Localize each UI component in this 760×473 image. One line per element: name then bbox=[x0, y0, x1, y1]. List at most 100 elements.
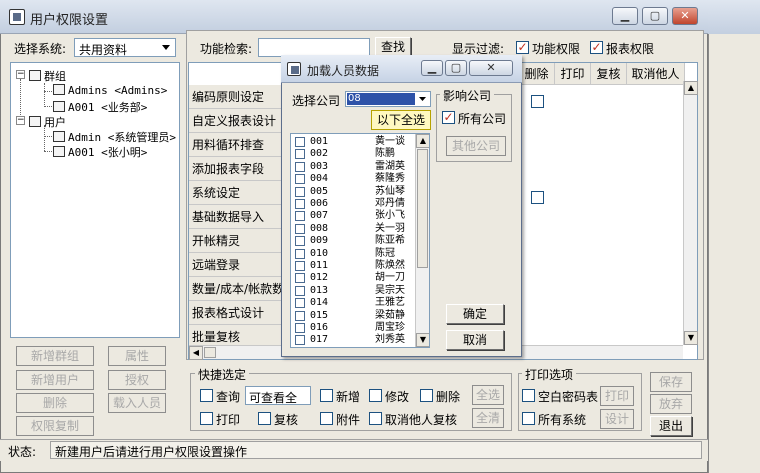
save-button[interactable]: 保存 bbox=[650, 372, 692, 392]
personnel-row[interactable]: 012 胡一刀 bbox=[293, 272, 417, 284]
personnel-row[interactable]: 001 黄一谈 bbox=[293, 136, 417, 148]
tree-node-users[interactable]: 用户 bbox=[29, 114, 66, 130]
personnel-checkbox[interactable] bbox=[295, 174, 305, 185]
quick-cancel-review-checkbox[interactable] bbox=[369, 412, 382, 425]
filter-report-checkbox[interactable]: ✓ bbox=[590, 41, 603, 54]
function-row[interactable]: 系统设定 bbox=[189, 181, 285, 205]
all-systems-checkbox[interactable] bbox=[522, 412, 535, 425]
personnel-row[interactable]: 007 张小飞 bbox=[293, 210, 417, 222]
personnel-row[interactable]: 017 刘秀英 bbox=[293, 334, 417, 346]
personnel-checkbox[interactable] bbox=[295, 149, 305, 160]
function-row[interactable]: 编码原则设定 bbox=[189, 85, 285, 109]
scroll-thumb[interactable] bbox=[204, 347, 216, 358]
personnel-checkbox[interactable] bbox=[295, 186, 305, 197]
permission-checkbox[interactable] bbox=[531, 191, 544, 204]
personnel-checkbox[interactable] bbox=[295, 236, 305, 247]
tree-node-group[interactable]: A001 <业务部> bbox=[53, 99, 147, 115]
personnel-list[interactable]: 001 黄一谈 002 陈鹏 003 雷湖英 004 蔡隆秀 005 苏仙琴 006 邓丹倩 007 张小… bbox=[290, 133, 430, 348]
maximize-icon[interactable]: ▢ bbox=[445, 60, 467, 76]
personnel-row[interactable]: 015 梁茹静 bbox=[293, 310, 417, 322]
tree-collapse-groups[interactable]: − bbox=[16, 70, 25, 79]
confirm-button[interactable]: 确定 bbox=[446, 304, 504, 324]
authorize-button[interactable]: 授权 bbox=[108, 370, 166, 390]
quick-review-checkbox[interactable] bbox=[258, 412, 271, 425]
personnel-checkbox[interactable] bbox=[295, 310, 305, 321]
all-companies-checkbox[interactable]: ✓ bbox=[442, 111, 455, 124]
personnel-row[interactable]: 005 苏仙琴 bbox=[293, 186, 417, 198]
quick-edit-checkbox[interactable] bbox=[369, 389, 382, 402]
personnel-row[interactable]: 010 陈冠 bbox=[293, 248, 417, 260]
minimize-icon[interactable]: ▁ bbox=[612, 7, 638, 25]
personnel-checkbox[interactable] bbox=[295, 298, 305, 309]
tree-node-group[interactable]: Admins <Admins> bbox=[53, 84, 167, 97]
function-row[interactable]: 数量/成本/帐款数 bbox=[189, 277, 285, 301]
close-icon[interactable]: ✕ bbox=[672, 7, 698, 25]
personnel-row[interactable]: 014 王雅艺 bbox=[293, 297, 417, 309]
other-company-button[interactable]: 其他公司 bbox=[446, 136, 506, 156]
function-row[interactable]: 自定义报表设计 bbox=[189, 109, 285, 133]
minimize-icon[interactable]: ▁ bbox=[421, 60, 443, 76]
close-icon[interactable]: ✕ bbox=[469, 60, 513, 76]
grid-vertical-scrollbar[interactable]: ▲ ▼ bbox=[683, 81, 698, 345]
blank-password-checkbox[interactable] bbox=[522, 389, 535, 402]
design-button[interactable]: 设计 bbox=[600, 409, 634, 429]
personnel-row[interactable]: 011 陈焕然 bbox=[293, 260, 417, 272]
personnel-checkbox[interactable] bbox=[295, 211, 305, 222]
scroll-thumb[interactable] bbox=[417, 149, 428, 268]
tree-node-user[interactable]: Admin <系统管理员> bbox=[53, 129, 176, 145]
cancel-button[interactable]: 取消 bbox=[446, 330, 504, 350]
personnel-row[interactable]: 006 邓丹倩 bbox=[293, 198, 417, 210]
discard-button[interactable]: 放弃 bbox=[650, 394, 692, 414]
print-button[interactable]: 打印 bbox=[600, 386, 634, 406]
select-all-button[interactable]: 全选 bbox=[472, 385, 504, 405]
tree-node-groups[interactable]: 群组 bbox=[29, 68, 66, 84]
function-row[interactable]: 基础数据导入 bbox=[189, 205, 285, 229]
add-user-button[interactable]: 新增用户 bbox=[16, 370, 94, 390]
personnel-checkbox[interactable] bbox=[295, 285, 305, 296]
scroll-down-icon[interactable]: ▼ bbox=[684, 331, 698, 345]
quick-print-checkbox[interactable] bbox=[200, 412, 213, 425]
add-group-button[interactable]: 新增群组 bbox=[16, 346, 94, 366]
personnel-checkbox[interactable] bbox=[295, 223, 305, 234]
function-row[interactable]: 开帐精灵 bbox=[189, 229, 285, 253]
dropdown-arrow-icon[interactable] bbox=[159, 40, 173, 55]
personnel-checkbox[interactable] bbox=[295, 335, 305, 346]
tree-collapse-users[interactable]: − bbox=[16, 116, 25, 125]
personnel-checkbox[interactable] bbox=[295, 323, 305, 333]
tree-node-user[interactable]: A001 <张小明> bbox=[53, 144, 147, 160]
view-scope-select[interactable]: 可查看全 bbox=[245, 386, 311, 405]
personnel-row[interactable]: 016 周宝珍 bbox=[293, 322, 417, 334]
clear-all-button[interactable]: 全清 bbox=[472, 408, 504, 428]
personnel-row[interactable]: 003 雷湖英 bbox=[293, 161, 417, 173]
function-row[interactable]: 添加报表字段 bbox=[189, 157, 285, 181]
personnel-checkbox[interactable] bbox=[295, 161, 305, 172]
function-row[interactable]: 远端登录 bbox=[189, 253, 285, 277]
scroll-down-icon[interactable]: ▼ bbox=[416, 333, 429, 347]
quick-add-checkbox[interactable] bbox=[320, 389, 333, 402]
copy-permission-button[interactable]: 权限复制 bbox=[16, 416, 94, 436]
scroll-up-icon[interactable]: ▲ bbox=[684, 81, 698, 95]
personnel-row[interactable]: 008 关一羽 bbox=[293, 223, 417, 235]
load-personnel-button[interactable]: 载入人员 bbox=[108, 393, 166, 413]
personnel-checkbox[interactable] bbox=[295, 273, 305, 284]
personnel-list-scrollbar[interactable]: ▲ ▼ bbox=[415, 134, 429, 347]
personnel-row[interactable]: 013 吴宗天 bbox=[293, 285, 417, 297]
filter-function-checkbox[interactable]: ✓ bbox=[516, 41, 529, 54]
personnel-row[interactable]: 002 陈鹏 bbox=[293, 148, 417, 160]
personnel-row[interactable]: 009 陈亚希 bbox=[293, 235, 417, 247]
quick-attachment-checkbox[interactable] bbox=[320, 412, 333, 425]
permission-checkbox[interactable] bbox=[531, 95, 544, 108]
maximize-icon[interactable]: ▢ bbox=[642, 7, 668, 25]
personnel-row[interactable]: 004 蔡隆秀 bbox=[293, 173, 417, 185]
quick-delete-checkbox[interactable] bbox=[420, 389, 433, 402]
delete-button[interactable]: 删除 bbox=[16, 393, 94, 413]
personnel-checkbox[interactable] bbox=[295, 261, 305, 271]
select-all-below-button[interactable]: 以下全选 bbox=[371, 110, 431, 130]
company-select[interactable]: 08 bbox=[345, 91, 431, 107]
system-select[interactable]: 共用资料 bbox=[74, 38, 176, 57]
scroll-up-icon[interactable]: ▲ bbox=[416, 134, 429, 148]
dropdown-arrow-icon[interactable] bbox=[416, 92, 429, 109]
personnel-checkbox[interactable] bbox=[295, 248, 305, 259]
search-button[interactable]: 查找 bbox=[375, 37, 411, 57]
personnel-checkbox[interactable] bbox=[295, 199, 305, 209]
